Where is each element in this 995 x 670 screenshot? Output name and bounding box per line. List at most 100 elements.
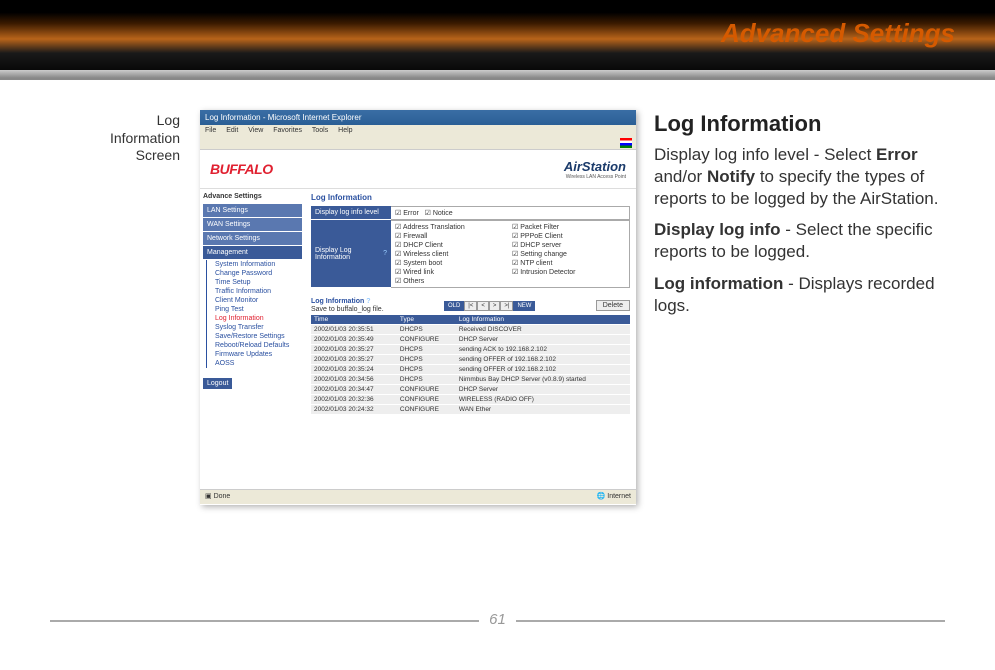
description-p3: Log information - Displays recorded logs… [654,273,954,317]
config-label-level: Display log info level [311,206,391,220]
checkbox-option[interactable]: ☑ Address Translation [395,223,508,231]
table-row: 2002/01/03 20:32:36CONFIGUREWIRELESS (RA… [311,395,630,405]
page-number: 61 [479,611,516,628]
screenshot-caption: Log Information Screen [60,112,180,165]
table-row: 2002/01/03 20:24:32CONFIGUREWAN Ether [311,405,630,415]
table-row: 2002/01/03 20:35:49CONFIGUREDHCP Server [311,335,630,345]
sidebar-sub-ping-test[interactable]: Ping Test [206,305,302,314]
description-p2: Display log info - Select the specific r… [654,219,954,263]
menu-item[interactable]: Help [338,127,352,134]
sidebar-item-lan[interactable]: LAN Settings [203,204,302,218]
main-panel: Log Information Display log info level ☑… [305,189,636,489]
table-row: 2002/01/03 20:34:47CONFIGUREDHCP Server [311,385,630,395]
sidebar-sub-log-info[interactable]: Log Information [206,314,302,323]
config-label-info-text: Display Log Information [315,247,383,261]
buffalo-logo: BUFFALO [210,161,273,177]
table-row: 2002/01/03 20:35:24DHCPSsending OFFER of… [311,365,630,375]
pager-first-button[interactable]: |< [464,301,477,311]
banner-divider [0,70,995,78]
sidebar-sub-change-password[interactable]: Change Password [206,269,302,278]
airstation-logo: AirStation Wireless LAN Access Point [564,159,626,180]
config-panel: Display log info level ☑ Error ☑ Notice … [311,206,630,288]
sidebar-sub-client-monitor[interactable]: Client Monitor [206,296,302,305]
screenshot-body: Advance Settings LAN Settings WAN Settin… [200,189,636,489]
table-row: 2002/01/03 20:35:51DHCPSReceived DISCOVE… [311,325,630,335]
window-toolbar [200,137,636,150]
sidebar-item-wan[interactable]: WAN Settings [203,218,302,232]
sidebar-sub-time-setup[interactable]: Time Setup [206,278,302,287]
checkbox-option [512,277,625,285]
page-footer: 61 [50,620,945,640]
menu-item[interactable]: Favorites [273,127,302,134]
checkbox-option[interactable]: ☑ Firewall [395,232,508,240]
log-table: Time Type Log Information 2002/01/03 20:… [311,315,630,414]
page-content: Log Information Screen Log Information -… [0,80,995,640]
caption-line: Screen [136,147,180,163]
status-bar: ▣ Done 🌐 Internet [200,489,636,504]
status-right: 🌐 Internet [597,490,631,504]
checkbox-option[interactable]: ☑ DHCP Client [395,241,508,249]
checkbox-option[interactable]: ☑ PPPoE Client [512,232,625,240]
checkbox-option[interactable]: ☑ Wired link [395,268,508,276]
menu-item[interactable]: Tools [312,127,328,134]
window-menubar: File Edit View Favorites Tools Help [200,125,636,137]
sidebar-sub-reboot[interactable]: Reboot/Reload Defaults [206,341,302,350]
sidebar-sub-firmware[interactable]: Firmware Updates [206,350,302,359]
sidebar-item-network[interactable]: Network Settings [203,232,302,246]
config-row-info: Display Log Information ? ☑ Address Tran… [311,220,630,288]
checkbox-error[interactable]: Error [403,210,419,217]
window-titlebar: Log Information - Microsoft Internet Exp… [200,110,636,125]
logout-button[interactable]: Logout [203,378,232,389]
checkbox-option[interactable]: ☑ System boot [395,259,508,267]
menu-item[interactable]: Edit [226,127,238,134]
caption-line: Log [157,112,180,128]
sidebar-sub-aoss[interactable]: AOSS [206,359,302,368]
airstation-text: AirStation [564,159,626,174]
status-left: ▣ Done [205,490,230,504]
pager-prev-button[interactable]: < [477,301,489,311]
caption-line: Information [110,130,180,146]
table-row: 2002/01/03 20:35:27DHCPSsending OFFER of… [311,355,630,365]
sidebar-management-heading[interactable]: Management [203,246,302,260]
col-info: Log Information [456,315,630,325]
config-row-level: Display log info level ☑ Error ☑ Notice [311,206,630,220]
log-section-head: Log Information ? Save to buffalo_log fi… [311,298,630,313]
config-body-info: ☑ Address Translation ☑ Packet Filter ☑ … [391,220,630,288]
menu-item[interactable]: View [248,127,263,134]
checkbox-option[interactable]: ☑ Others [395,277,508,285]
airstation-subtext: Wireless LAN Access Point [564,174,626,180]
checkbox-option[interactable]: ☑ Setting change [512,250,625,258]
sidebar-sub-system-info[interactable]: System Information [206,260,302,269]
page-banner: Advanced Settings [0,0,995,80]
pager-last-button[interactable]: >| [500,301,513,311]
checkbox-option[interactable]: ☑ Wireless client [395,250,508,258]
help-icon[interactable]: ? [383,250,387,257]
sidebar-sub-syslog[interactable]: Syslog Transfer [206,323,302,332]
checkbox-option[interactable]: ☑ NTP client [512,259,625,267]
help-icon[interactable]: ? [366,298,370,305]
embedded-screenshot: Log Information - Microsoft Internet Exp… [200,110,636,505]
checkbox-option[interactable]: ☑ Intrusion Detector [512,268,625,276]
sidebar-heading: Advance Settings [203,193,302,200]
log-file-note: Save to buffalo_log file. [311,306,384,313]
log-table-title: Log Information [311,298,364,305]
banner-title: Advanced Settings [721,18,955,49]
config-body-level: ☑ Error ☑ Notice [391,206,630,220]
delete-button[interactable]: Delete [596,300,630,311]
main-title: Log Information [311,193,630,202]
description-column: Log Information Display log info level -… [654,110,954,326]
sidebar-sub-traffic-info[interactable]: Traffic Information [206,287,302,296]
col-type: Type [397,315,456,325]
checkbox-notice[interactable]: Notice [433,210,453,217]
description-heading: Log Information [654,110,954,138]
pager-next-button[interactable]: > [489,301,501,311]
sidebar: Advance Settings LAN Settings WAN Settin… [200,189,305,489]
table-row: 2002/01/03 20:34:56DHCPSNimmbus Bay DHCP… [311,375,630,385]
menu-item[interactable]: File [205,127,216,134]
log-section: Log Information ? Save to buffalo_log fi… [311,298,630,414]
checkbox-option[interactable]: ☑ Packet Filter [512,223,625,231]
checkbox-option[interactable]: ☑ DHCP server [512,241,625,249]
pager-new-label: NEW [513,301,535,311]
config-label-info: Display Log Information ? [311,220,391,288]
sidebar-sub-save-restore[interactable]: Save/Restore Settings [206,332,302,341]
